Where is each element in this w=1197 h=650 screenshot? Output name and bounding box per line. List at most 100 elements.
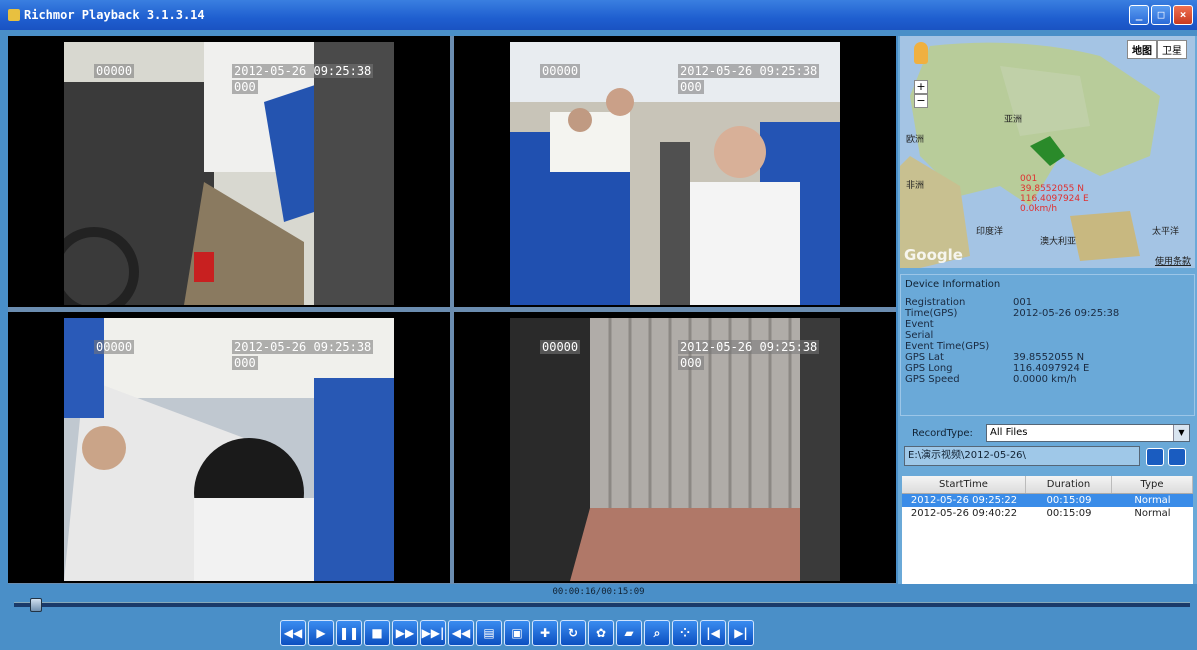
playback-timecode: 00:00:16/00:15:09 (552, 587, 645, 597)
device-info-key: Event Time(GPS) (905, 341, 990, 352)
street-view-icon[interactable] (914, 42, 928, 64)
marker-speed: 0.0km/h (1020, 204, 1058, 214)
file-list-table: StartTime Duration Type 2012-05-26 09:25… (902, 476, 1193, 584)
settings-icon[interactable]: ✿ (588, 620, 614, 646)
device-info-value: 39.8552055 N (1013, 352, 1085, 363)
device-info-panel: Device Information Registration 001 Time(… (900, 274, 1195, 416)
map-terms-link[interactable]: 使用条款 (1155, 254, 1191, 267)
window-controls: _ □ × (1129, 5, 1193, 25)
record-path-field[interactable]: E:\演示视频\2012-05-26\ (904, 446, 1140, 466)
window-title: Richmor Playback 3.1.3.14 (24, 8, 205, 22)
video-grid: 00000 2012-05-26 09:25:38 000 00000 2012… (8, 36, 896, 584)
map-tab-map[interactable]: 地图 (1127, 40, 1157, 59)
device-info-key: GPS Lat (905, 352, 944, 363)
device-info-title: Device Information (905, 279, 1001, 290)
playback-controls: 00:00:16/00:15:09 ◀◀ ▶ ❚❚ ■ ▶▶ ▶▶| ◀◀ ▤ … (0, 584, 1197, 650)
open-file-icon[interactable]: ▰ (616, 620, 642, 646)
device-info-value: 0.0000 km/h (1013, 374, 1077, 385)
add-icon[interactable]: ✚ (532, 620, 558, 646)
device-info-key: GPS Speed (905, 374, 960, 385)
camera-3-timestamp: 2012-05-26 09:25:38 (232, 340, 374, 354)
camera-4-image (510, 318, 840, 581)
export-icon[interactable]: ▣ (504, 620, 530, 646)
device-info-table: Registration 001 Time(GPS) 2012-05-26 09:2… (905, 297, 1119, 385)
zoom-icon[interactable]: ⌕ (644, 620, 670, 646)
column-header-starttime[interactable]: StartTime (902, 476, 1026, 493)
first-frame-icon[interactable]: |◀ (700, 620, 726, 646)
zoom-out-button[interactable]: − (914, 94, 928, 108)
map-label-asia: 亚洲 (1004, 115, 1023, 125)
column-header-type[interactable]: Type (1112, 476, 1193, 493)
marker-lat: 39.8552055 N (1020, 184, 1084, 194)
rewind-icon[interactable]: ◀◀ (280, 620, 306, 646)
map-tab-satellite[interactable]: 卫星 (1157, 40, 1187, 59)
camera-3-image (64, 318, 394, 581)
device-info-key: Registration (905, 297, 966, 308)
camera-2-sub: 000 (678, 80, 704, 94)
record-type-select[interactable]: All Files ▼ (986, 424, 1190, 442)
app-icon (8, 9, 20, 21)
camera-view-3[interactable]: 00000 2012-05-26 09:25:38 000 (8, 312, 450, 583)
row-type: Normal (1134, 508, 1171, 519)
device-info-value: 2012-05-26 09:25:38 (1013, 308, 1120, 319)
row-type: Normal (1134, 495, 1171, 506)
camera-3-label: 00000 (94, 340, 135, 354)
record-panel: RecordType: All Files ▼ E:\演示视频\2012-05-… (900, 420, 1195, 584)
title-bar: Richmor Playback 3.1.3.14 _ □ × (0, 0, 1197, 30)
row-duration: 00:15:09 (1046, 508, 1092, 519)
snapshot-icon[interactable]: ▤ (476, 620, 502, 646)
maximize-button[interactable]: □ (1151, 5, 1171, 25)
record-type-value: All Files (990, 427, 1028, 438)
camera-view-4[interactable]: 00000 2012-05-26 09:25:38 000 (454, 312, 896, 583)
google-logo: Google (904, 246, 963, 264)
file-list-header: StartTime Duration Type (902, 476, 1193, 494)
map-label-australia: 澳大利亚 (1040, 237, 1077, 247)
map-zoom-control: + − (914, 42, 932, 108)
camera-4-sub: 000 (678, 356, 704, 370)
step-forward-icon[interactable]: ▶▶| (420, 620, 446, 646)
zoom-in-button[interactable]: + (914, 80, 928, 94)
marker-long: 116.4097924 E (1020, 194, 1089, 204)
camera-1-label: 00000 (94, 64, 135, 78)
map-type-tabs: 地图 卫星 (1127, 40, 1187, 59)
table-row[interactable]: 2012-05-26 09:40:22 00:15:09 Normal (902, 507, 1193, 520)
search-files-icon[interactable] (1168, 448, 1186, 466)
device-info-value: 116.4097924 E (1013, 363, 1090, 374)
map-label-pacific: 太平洋 (1152, 227, 1180, 237)
device-info-key: GPS Long (905, 363, 953, 374)
close-button[interactable]: × (1173, 5, 1193, 25)
device-info-value: 001 (1013, 297, 1033, 308)
layout-grid-icon[interactable]: ⁘ (672, 620, 698, 646)
map-label-europe: 欧洲 (906, 135, 925, 145)
camera-4-timestamp: 2012-05-26 09:25:38 (678, 340, 820, 354)
row-start-time: 2012-05-26 09:25:22 (910, 495, 1018, 506)
table-row[interactable]: 2012-05-26 09:25:22 00:15:09 Normal (902, 494, 1193, 507)
camera-view-1[interactable]: 00000 2012-05-26 09:25:38 000 (8, 36, 450, 307)
device-info-key: Event (905, 319, 934, 330)
map-label-indian-ocean: 印度洋 (976, 227, 1004, 237)
fast-forward-icon[interactable]: ▶▶ (392, 620, 418, 646)
camera-1-image (64, 42, 394, 305)
step-back-icon[interactable]: ◀◀ (448, 620, 474, 646)
row-duration: 00:15:09 (1046, 495, 1092, 506)
playback-seek-track[interactable] (14, 602, 1190, 607)
camera-2-label: 00000 (540, 64, 581, 78)
marker-id: 001 (1020, 174, 1038, 184)
minimize-button[interactable]: _ (1129, 5, 1149, 25)
seek-slider-thumb[interactable] (30, 598, 43, 612)
camera-view-2[interactable]: 00000 2012-05-26 09:25:38 000 (454, 36, 896, 307)
pause-icon[interactable]: ❚❚ (336, 620, 362, 646)
row-start-time: 2012-05-26 09:40:22 (910, 508, 1018, 519)
stop-icon[interactable]: ■ (364, 620, 390, 646)
chevron-down-icon[interactable]: ▼ (1173, 425, 1189, 441)
vehicle-marker-info: 001 39.8552055 N 116.4097924 E 0.0km/h (1020, 174, 1089, 214)
last-frame-icon[interactable]: ▶| (728, 620, 754, 646)
play-icon[interactable]: ▶ (308, 620, 334, 646)
folder-icon[interactable] (1146, 448, 1164, 466)
map-view[interactable]: 地图 卫星 + − 亚洲 欧洲 非洲 印度洋 澳大利亚 太平洋 001 39.8… (900, 36, 1195, 268)
camera-2-image (510, 42, 840, 305)
refresh-icon[interactable]: ↻ (560, 620, 586, 646)
camera-1-timestamp: 2012-05-26 09:25:38 (232, 64, 374, 78)
camera-1-sub: 000 (232, 80, 258, 94)
column-header-duration[interactable]: Duration (1026, 476, 1112, 493)
